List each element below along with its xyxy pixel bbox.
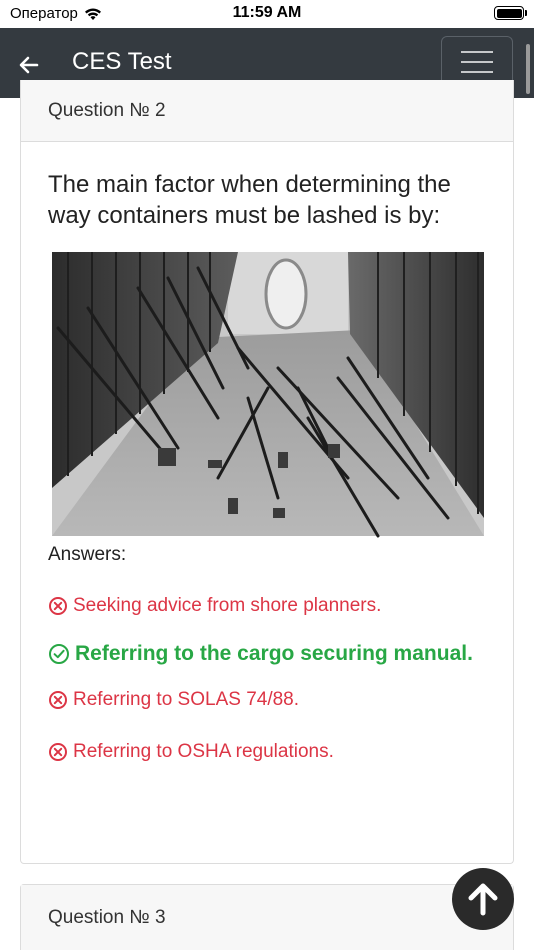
- answer-text: Referring to OSHA regulations.: [73, 741, 334, 762]
- clock: 11:59 AM: [232, 4, 302, 21]
- page-title: CES Test: [72, 48, 172, 75]
- question-text: The main factor when determining the way…: [48, 171, 451, 229]
- question-card: Question № 2 The main factor when determ…: [20, 80, 514, 864]
- scrollbar[interactable]: [526, 44, 530, 94]
- menu-icon: [461, 51, 493, 53]
- battery-icon: [494, 6, 527, 20]
- answer-option-correct[interactable]: Referring to the cargo securing manual.: [48, 637, 486, 671]
- x-circle-icon: [49, 597, 67, 615]
- next-question-header: Question № 3: [21, 885, 513, 950]
- x-circle-icon: [49, 691, 67, 709]
- next-question-card[interactable]: Question № 3: [20, 884, 514, 950]
- answer-text: Referring to the cargo securing manual.: [75, 642, 473, 665]
- answers-label: Answers:: [48, 544, 127, 565]
- question-image: [48, 248, 488, 540]
- check-circle-icon: [49, 644, 69, 664]
- question-header: Question № 2: [21, 80, 513, 142]
- arrow-up-circle-icon: [468, 883, 498, 916]
- answer-option[interactable]: Referring to SOLAS 74/88.: [48, 689, 486, 711]
- answer-text: Seeking advice from shore planners.: [73, 595, 382, 616]
- x-circle-icon: [49, 743, 67, 761]
- scroll-to-top-button[interactable]: [452, 868, 514, 930]
- answer-option[interactable]: Referring to OSHA regulations.: [48, 741, 486, 763]
- answer-text: Referring to SOLAS 74/88.: [73, 689, 300, 710]
- answer-option[interactable]: Seeking advice from shore planners.: [48, 595, 486, 617]
- back-arrow-icon: [19, 56, 39, 74]
- back-button[interactable]: [14, 50, 44, 80]
- status-bar: Оператор 11:59 AM: [0, 0, 534, 28]
